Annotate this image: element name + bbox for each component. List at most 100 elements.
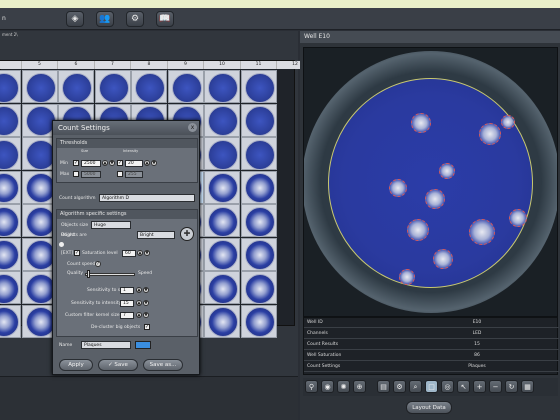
saturation-down-icon[interactable]: ▼ <box>144 250 150 256</box>
sensitivity-size-down-icon[interactable]: ▼ <box>143 287 149 293</box>
plate-cell[interactable] <box>204 170 241 204</box>
sensitivity-size-input[interactable]: 1 <box>120 287 134 294</box>
plate-cell[interactable] <box>204 137 241 170</box>
settings-button[interactable]: ⚙ <box>126 11 144 27</box>
window-title: n <box>2 15 6 22</box>
square-icon[interactable]: □ <box>425 380 438 393</box>
plate-cell[interactable] <box>0 271 22 304</box>
plate-cell[interactable] <box>0 170 22 204</box>
count-speed-slider[interactable] <box>85 273 135 276</box>
plate-cell[interactable] <box>240 170 277 204</box>
min-intensity-down-icon[interactable]: ▼ <box>151 160 157 166</box>
max-size-checkbox[interactable] <box>73 171 79 177</box>
kernel-size-up-icon[interactable]: ▲ <box>136 312 142 318</box>
plate-cell[interactable] <box>240 271 277 304</box>
book-button[interactable]: 📖 <box>156 11 174 27</box>
decluster-checkbox[interactable]: ✓ <box>144 324 150 330</box>
saturation-checkbox[interactable]: ✓ <box>74 250 80 256</box>
plate-cell[interactable] <box>204 237 241 271</box>
min-size-down-icon[interactable]: ▼ <box>109 160 115 166</box>
table-value: Plaques <box>468 364 486 369</box>
layout-data-button[interactable]: Layout Data <box>406 401 452 414</box>
min-intensity-up-icon[interactable]: ▲ <box>144 160 150 166</box>
zoom-icon[interactable]: ⊕ <box>353 380 366 393</box>
table-value: LED <box>472 331 482 336</box>
layers-button[interactable]: ◈ <box>66 11 84 27</box>
plate-cell[interactable] <box>204 304 241 338</box>
min-size-checkbox[interactable]: ✓ <box>73 160 79 166</box>
objects-are-select[interactable]: Bright <box>137 231 175 239</box>
plate-cell[interactable] <box>0 204 22 237</box>
count-speed-info-icon: ? <box>95 261 101 267</box>
add-icon[interactable]: + <box>473 380 486 393</box>
sensitivity-intensity-input[interactable]: 15 <box>120 300 134 307</box>
plate-cell[interactable] <box>131 70 168 103</box>
min-intensity-checkbox[interactable]: ✓ <box>117 160 123 166</box>
settings-icon[interactable]: ⚙ <box>393 380 406 393</box>
plate-cell[interactable] <box>204 70 241 103</box>
plate-well <box>208 106 239 137</box>
plate-cell[interactable] <box>240 237 277 271</box>
save-button[interactable]: ✓ Save <box>98 359 138 371</box>
plate-cell[interactable] <box>58 70 95 103</box>
search-icon[interactable]: ⌕ <box>409 380 422 393</box>
sync-icon[interactable]: ↻ <box>505 380 518 393</box>
plate-cell[interactable] <box>0 137 22 170</box>
count-algorithm-select[interactable]: Algorithm D <box>99 194 195 202</box>
plate-view-icon[interactable]: ◉ <box>321 380 334 393</box>
remove-icon[interactable]: − <box>489 380 502 393</box>
plate-cell[interactable] <box>94 70 131 103</box>
target-icon[interactable]: ✚ <box>180 227 194 241</box>
colony-icon[interactable]: ✺ <box>337 380 350 393</box>
plate-well <box>0 240 20 271</box>
count-speed-slider-thumb[interactable] <box>87 270 90 278</box>
min-size-input[interactable]: 2500 <box>81 160 101 167</box>
save-as-button[interactable]: Save as... <box>143 359 183 371</box>
saturation-input[interactable]: 60 <box>122 250 136 257</box>
sensitivity-intensity-up-icon[interactable]: ▲ <box>136 300 142 306</box>
objects-size-select[interactable]: Huge <box>91 221 131 229</box>
well-info-table: Well ID E10 Channels LED Count Results 15 W… <box>303 317 559 375</box>
plaque <box>439 163 455 179</box>
document-icon[interactable]: ▤ <box>377 380 390 393</box>
column-header: 7 <box>94 61 132 69</box>
plate-cell[interactable] <box>240 304 277 338</box>
max-intensity-checkbox[interactable] <box>117 171 123 177</box>
table-row: Count Results 15 <box>304 340 559 350</box>
plate-cell[interactable] <box>240 70 277 103</box>
well-image-viewer[interactable] <box>303 47 558 317</box>
color-swatch[interactable] <box>135 341 151 349</box>
plate-cell[interactable] <box>167 70 204 103</box>
plate-cell[interactable] <box>204 271 241 304</box>
kernel-size-input[interactable]: 7 <box>120 312 134 319</box>
close-icon[interactable]: x <box>188 123 197 132</box>
plate-cell[interactable] <box>0 103 22 137</box>
max-intensity-input[interactable]: 255 <box>125 171 143 178</box>
kernel-size-down-icon[interactable]: ▼ <box>143 312 149 318</box>
users-icon: 👥 <box>99 14 111 24</box>
person-icon[interactable]: ⚲ <box>305 380 318 393</box>
export-icon[interactable]: ▦ <box>521 380 534 393</box>
plate-cell[interactable] <box>0 237 22 271</box>
min-intensity-input[interactable]: 20 <box>125 160 143 167</box>
sensitivity-intensity-down-icon[interactable]: ▼ <box>143 300 149 306</box>
plate-cell[interactable] <box>240 103 277 137</box>
cursor-icon[interactable]: ↖ <box>457 380 470 393</box>
eye-icon[interactable]: ◎ <box>441 380 454 393</box>
plate-well <box>62 72 93 103</box>
plate-cell[interactable] <box>240 137 277 170</box>
plate-cell[interactable] <box>0 70 22 103</box>
plate-cell[interactable] <box>240 204 277 237</box>
min-size-up-icon[interactable]: ▲ <box>102 160 108 166</box>
apply-button[interactable]: Apply <box>59 359 93 371</box>
users-button[interactable]: 👥 <box>96 11 114 27</box>
max-size-input[interactable]: 5000 <box>81 171 101 178</box>
name-select[interactable]: Plaques <box>81 341 131 349</box>
plate-cell[interactable] <box>0 304 22 338</box>
plate-cell[interactable] <box>204 204 241 237</box>
table-value: 15 <box>474 342 480 347</box>
saturation-up-icon[interactable]: ▲ <box>137 250 143 256</box>
plate-cell[interactable] <box>204 103 241 137</box>
sensitivity-size-up-icon[interactable]: ▲ <box>136 287 142 293</box>
plate-cell[interactable] <box>21 70 58 103</box>
